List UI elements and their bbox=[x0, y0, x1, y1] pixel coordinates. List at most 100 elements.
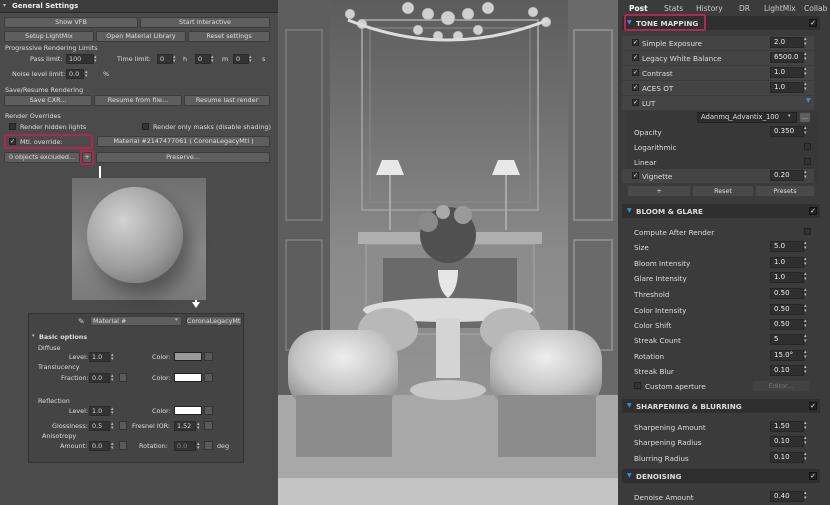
white-balance-input[interactable]: 6500.0 bbox=[770, 52, 804, 63]
minutes-input[interactable]: 0 bbox=[195, 54, 211, 64]
lut-file-dropdown[interactable]: Adanmq_Advantix_100 bbox=[697, 112, 797, 123]
lut-browse-button[interactable]: ... bbox=[799, 112, 811, 123]
bloom-glare-section[interactable]: ▼ BLOOM & GLARE ✓ bbox=[622, 204, 820, 218]
sharpening-amount-input[interactable]: 1.50 bbox=[770, 421, 804, 432]
seconds-spinner[interactable]: ▴ ▾ bbox=[249, 55, 253, 64]
fraction-spinner[interactable]: ▴ ▾ bbox=[111, 374, 115, 383]
color-intensity-spinner[interactable]: ▴ ▾ bbox=[804, 304, 810, 314]
color-shift-spinner[interactable]: ▴ ▾ bbox=[804, 319, 810, 329]
size-spinner[interactable]: ▴ ▾ bbox=[804, 241, 810, 251]
anisotropy-amount-spinner[interactable]: ▴ ▾ bbox=[111, 442, 115, 451]
threshold-input[interactable]: 0.50 bbox=[770, 288, 804, 299]
fresnel-map-button[interactable] bbox=[204, 421, 213, 430]
streak-blur-input[interactable]: 0.10 bbox=[770, 365, 804, 376]
denoising-section[interactable]: ▼ DENOISING ✓ bbox=[622, 469, 820, 483]
pass-limit-input[interactable]: 100 bbox=[66, 54, 94, 64]
translucency-map-button[interactable] bbox=[204, 373, 213, 382]
contrast-input[interactable]: 1.0 bbox=[770, 67, 804, 78]
compute-after-render-checkbox[interactable] bbox=[804, 228, 811, 235]
reset-settings-button[interactable]: Reset settings bbox=[188, 31, 270, 42]
blurring-radius-spinner[interactable]: ▴ ▾ bbox=[804, 452, 810, 462]
tab-stats[interactable]: Stats bbox=[664, 4, 683, 13]
simple-exposure-input[interactable]: 2.0 bbox=[770, 37, 804, 48]
reflection-level-input[interactable]: 1.0 bbox=[89, 406, 110, 416]
lut-checkbox[interactable]: ✓ bbox=[632, 99, 639, 106]
glossiness-spinner[interactable]: ▴ ▾ bbox=[111, 422, 115, 431]
bloom-intensity-input[interactable]: 1.0 bbox=[770, 257, 804, 268]
bloom-intensity-spinner[interactable]: ▴ ▾ bbox=[804, 257, 810, 267]
reset-button[interactable]: Reset bbox=[692, 185, 754, 197]
material-type-button[interactable]: CoronaLegacyMtl bbox=[186, 316, 242, 326]
threshold-spinner[interactable]: ▴ ▾ bbox=[804, 288, 810, 298]
denoise-amount-input[interactable]: 0.40 bbox=[770, 491, 804, 502]
contrast-spinner[interactable]: ▴ ▾ bbox=[804, 67, 810, 77]
glare-intensity-spinner[interactable]: ▴ ▾ bbox=[804, 272, 810, 282]
tab-history[interactable]: History bbox=[696, 4, 723, 13]
render-only-masks-checkbox[interactable] bbox=[142, 123, 149, 130]
objects-excluded-button[interactable]: 0 objects excluded... bbox=[4, 152, 80, 163]
rotation-spinner[interactable]: ▴ ▾ bbox=[804, 350, 810, 360]
expand-arrow-icon[interactable]: ▼ bbox=[806, 97, 811, 104]
open-material-library-button[interactable]: Open Material Library bbox=[96, 31, 186, 42]
bloom-glare-enable-checkbox[interactable]: ✓ bbox=[809, 207, 817, 215]
vignette-spinner[interactable]: ▴ ▾ bbox=[804, 170, 810, 180]
general-settings-header[interactable]: ▾ General Settings bbox=[0, 0, 278, 13]
hours-input[interactable]: 0 bbox=[157, 54, 173, 64]
tab-dr[interactable]: DR bbox=[739, 4, 750, 13]
streak-blur-spinner[interactable]: ▴ ▾ bbox=[804, 365, 810, 375]
reflection-level-spinner[interactable]: ▴ ▾ bbox=[111, 407, 115, 416]
render-hidden-lights-checkbox[interactable] bbox=[9, 123, 16, 130]
seconds-input[interactable]: 0 bbox=[233, 54, 249, 64]
anisotropy-rotation-input[interactable]: 0.0 bbox=[174, 441, 196, 451]
diffuse-level-input[interactable]: 1.0 bbox=[89, 352, 110, 362]
noise-level-input[interactable]: 0.0 bbox=[66, 69, 84, 79]
sharpening-radius-spinner[interactable]: ▴ ▾ bbox=[804, 436, 810, 446]
fresnel-spinner[interactable]: ▴ ▾ bbox=[197, 422, 201, 431]
diffuse-level-spinner[interactable]: ▴ ▾ bbox=[111, 353, 115, 362]
fresnel-input[interactable]: 1.52 bbox=[174, 421, 196, 431]
reflection-color-swatch[interactable] bbox=[174, 406, 202, 415]
aces-ot-checkbox[interactable]: ✓ bbox=[632, 84, 639, 91]
blurring-radius-input[interactable]: 0.10 bbox=[770, 452, 804, 463]
simple-exposure-checkbox[interactable]: ✓ bbox=[632, 39, 639, 46]
size-input[interactable]: 5.0 bbox=[770, 241, 804, 252]
eyedropper-icon[interactable]: ✎ bbox=[78, 317, 85, 326]
fraction-map-button[interactable] bbox=[119, 373, 127, 382]
rotation-spinner[interactable]: ▴ ▾ bbox=[197, 442, 201, 451]
glare-intensity-input[interactable]: 1.0 bbox=[770, 272, 804, 283]
translucency-color-swatch[interactable] bbox=[174, 373, 202, 382]
tone-mapping-enable-checkbox[interactable]: ✓ bbox=[809, 19, 817, 27]
minutes-spinner[interactable]: ▴ ▾ bbox=[211, 55, 215, 64]
anisotropy-amount-input[interactable]: 0.0 bbox=[89, 441, 110, 451]
start-interactive-button[interactable]: Start interactive bbox=[140, 17, 270, 28]
linear-checkbox[interactable] bbox=[804, 158, 811, 165]
fraction-input[interactable]: 0.0 bbox=[89, 373, 110, 383]
opacity-spinner[interactable]: ▴ ▾ bbox=[804, 126, 810, 136]
aces-ot-input[interactable]: 1.0 bbox=[770, 82, 804, 93]
streak-count-input[interactable]: 5 bbox=[770, 334, 804, 345]
resume-from-file-button[interactable]: Resume from file... bbox=[94, 95, 182, 106]
material-name-dropdown[interactable]: Material # bbox=[90, 316, 182, 326]
sharpening-radius-input[interactable]: 0.10 bbox=[770, 436, 804, 447]
simple-exposure-spinner[interactable]: ▴ ▾ bbox=[804, 37, 810, 47]
pass-limit-spinner[interactable]: ▴ ▾ bbox=[94, 55, 98, 64]
aces-ot-spinner[interactable]: ▴ ▾ bbox=[804, 82, 810, 92]
color-shift-input[interactable]: 0.50 bbox=[770, 319, 804, 330]
white-balance-checkbox[interactable]: ✓ bbox=[632, 54, 639, 61]
streak-count-spinner[interactable]: ▴ ▾ bbox=[804, 334, 810, 344]
preserve-button[interactable]: Preserve... bbox=[96, 152, 270, 163]
sharpening-blurring-section[interactable]: ▼ SHARPENING & BLURRING ✓ bbox=[622, 399, 820, 413]
resume-last-render-button[interactable]: Resume last render bbox=[184, 95, 270, 106]
add-operator-button[interactable]: + bbox=[627, 185, 691, 197]
denoising-enable-checkbox[interactable]: ✓ bbox=[809, 472, 817, 480]
override-material-button[interactable]: Material #2147477061 ( CoronaLegacyMtl ) bbox=[97, 136, 270, 147]
sharpening-amount-spinner[interactable]: ▴ ▾ bbox=[804, 421, 810, 431]
tab-lightmix[interactable]: LightMix bbox=[764, 4, 796, 13]
denoise-amount-spinner[interactable]: ▴ ▾ bbox=[804, 491, 810, 501]
custom-aperture-checkbox[interactable] bbox=[634, 382, 641, 389]
vignette-checkbox[interactable]: ✓ bbox=[632, 172, 639, 179]
logarithmic-checkbox[interactable] bbox=[804, 143, 811, 150]
show-vfb-button[interactable]: Show VFB bbox=[4, 17, 138, 28]
rotation-input[interactable]: 15.0° bbox=[770, 350, 804, 361]
glossiness-input[interactable]: 0.5 bbox=[89, 421, 110, 431]
